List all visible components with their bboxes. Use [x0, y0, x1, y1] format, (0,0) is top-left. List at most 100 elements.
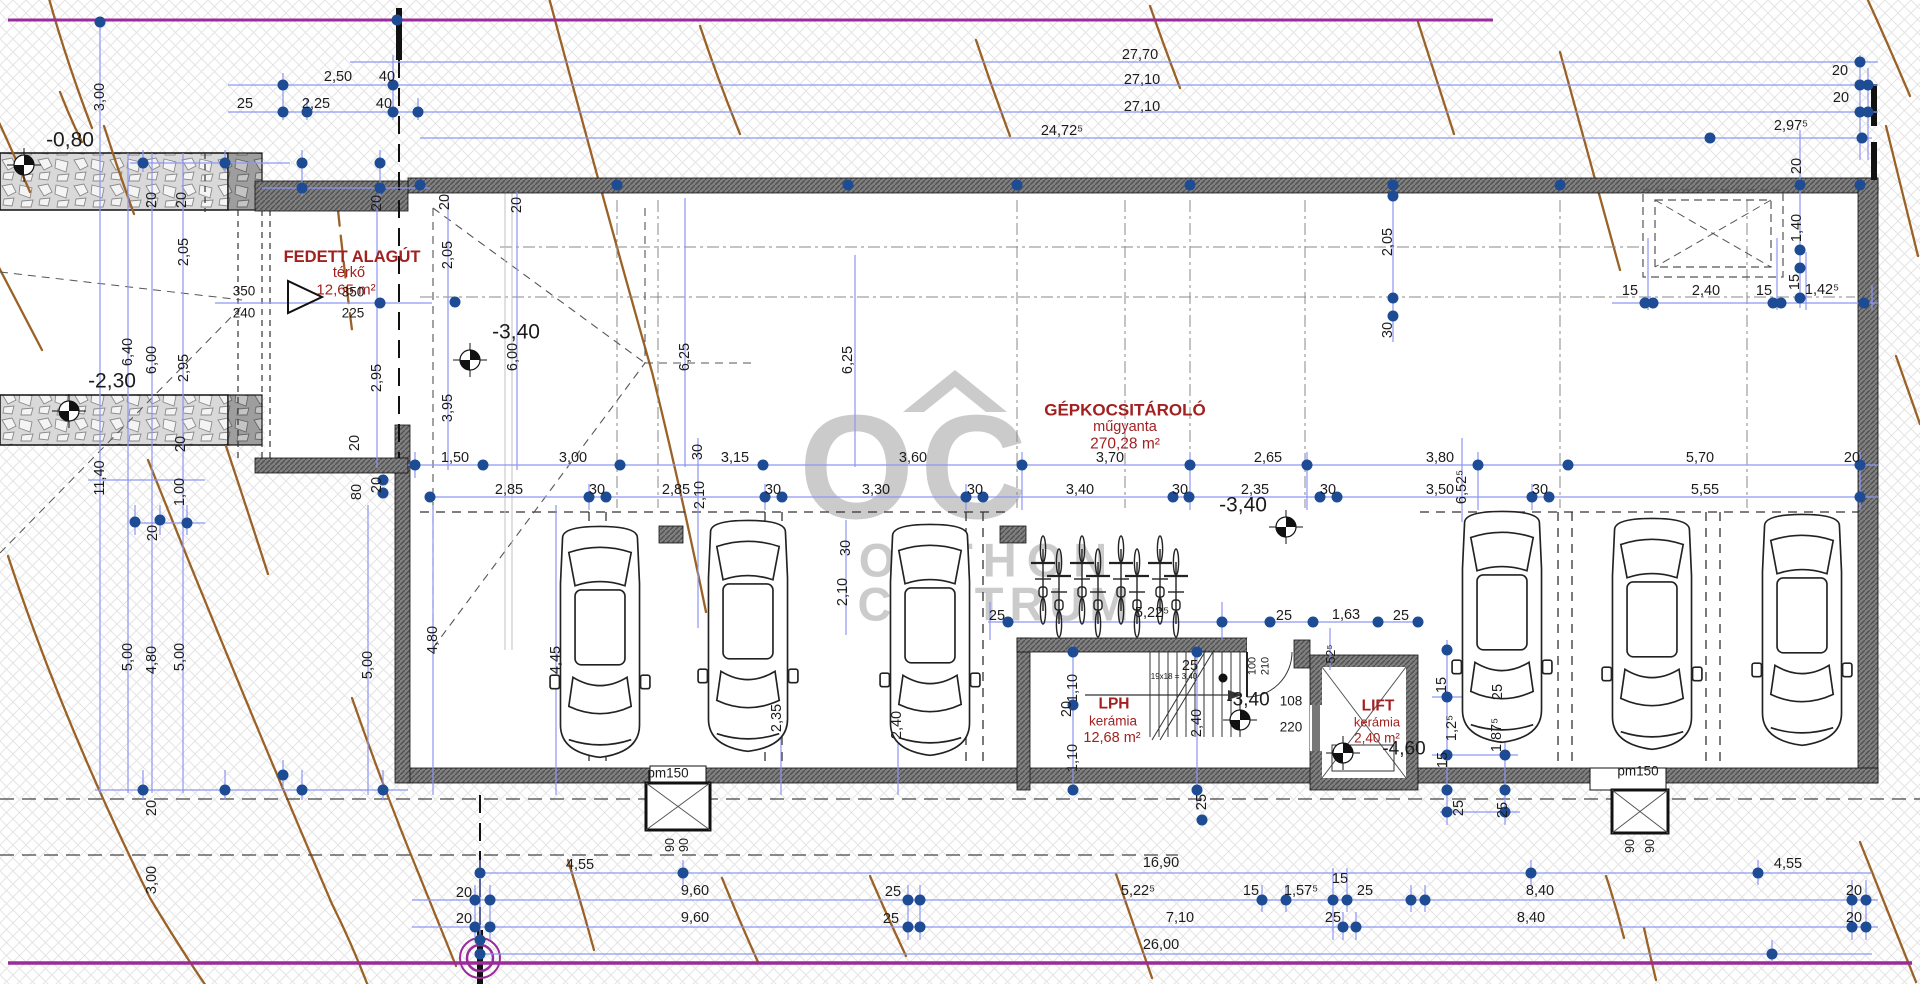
dimension-node: [425, 492, 436, 503]
dimension-node: [1332, 492, 1343, 503]
dimension-node: [615, 460, 626, 471]
dimension-node: [1308, 617, 1319, 628]
dimension-node: [903, 922, 914, 933]
dimension-node: [915, 895, 926, 906]
dimension-node: [1563, 460, 1574, 471]
dimension-node: [1648, 298, 1659, 309]
dimension-node: [1847, 895, 1858, 906]
wall-stub: [1294, 640, 1310, 668]
dimension-node: [413, 107, 424, 118]
dimension-node: [1527, 492, 1538, 503]
wall-left: [395, 425, 410, 783]
car-icon: [550, 526, 650, 757]
dimension-node: [1351, 922, 1362, 933]
dimension-node: [1068, 785, 1079, 796]
dimension-node: [220, 158, 231, 169]
survey-point-icon: [1223, 703, 1257, 737]
dimension-node: [1795, 263, 1806, 274]
dimension-node: [297, 183, 308, 194]
neighbor-wall-mark: [1871, 142, 1877, 180]
dimension-node: [1857, 133, 1868, 144]
dimension-node: [278, 107, 289, 118]
contour-line: [700, 26, 740, 134]
contour-line: [338, 210, 352, 330]
contour-line: [60, 92, 82, 142]
shaft-opening-right: [1590, 768, 1666, 790]
dimension-node: [1544, 492, 1555, 503]
dimension-node: [450, 297, 461, 308]
door-swing-arc: [1247, 652, 1292, 697]
dimension-node: [1388, 311, 1399, 322]
car-icon: [1452, 511, 1552, 742]
wall-stair-left: [1017, 638, 1030, 790]
dimension-node: [415, 180, 426, 191]
dimension-node: [1217, 617, 1228, 628]
dimension-node: [95, 17, 106, 28]
dimension-node: [1184, 492, 1195, 503]
dimension-node: [678, 868, 689, 879]
dimension-node: [1526, 868, 1537, 879]
dimension-node: [1855, 492, 1866, 503]
dimension-node: [584, 492, 595, 503]
contour-line: [1150, 6, 1180, 88]
dimension-node: [1442, 692, 1453, 703]
dimension-node: [1388, 180, 1399, 191]
contour-line: [1860, 842, 1916, 982]
dimension-node: [1861, 922, 1872, 933]
dimension-node: [1795, 245, 1806, 256]
dimension-node: [1315, 492, 1326, 503]
stair-door-opening: [1247, 638, 1292, 652]
dimension-node: [601, 492, 612, 503]
dimension-node: [470, 922, 481, 933]
dimension-node: [1863, 80, 1874, 91]
dimension-node: [777, 492, 788, 503]
car-icon: [1602, 518, 1702, 749]
dimension-node: [1500, 750, 1511, 761]
dimension-node: [478, 460, 489, 471]
dimension-node: [1257, 895, 1268, 906]
dimension-node: [378, 475, 389, 486]
dimension-node: [915, 922, 926, 933]
contour-line: [1418, 22, 1454, 134]
dimension-node: [130, 517, 141, 528]
dimension-node: [612, 180, 623, 191]
dimension-node: [297, 785, 308, 796]
dimension-node: [1855, 57, 1866, 68]
floor-plan-page: OCOTTHONCENTRUM: [0, 0, 1920, 984]
dimension-node: [475, 949, 486, 960]
car-icon: [880, 524, 980, 755]
dimension-node: [297, 158, 308, 169]
dimension-node: [1017, 460, 1028, 471]
dimension-node: [470, 895, 481, 906]
dimension-node: [1265, 617, 1276, 628]
contour-line: [8, 556, 206, 984]
dimension-node: [1342, 895, 1353, 906]
dimension-node: [155, 515, 166, 526]
contour-line: [0, 258, 42, 350]
contour-line: [104, 126, 134, 214]
dimension-node: [1753, 868, 1764, 879]
contour-line: [1606, 876, 1624, 938]
dimension-node: [1855, 460, 1866, 471]
dimension-node: [1500, 785, 1511, 796]
dimension-node: [375, 158, 386, 169]
dimension-node: [1855, 180, 1866, 191]
dimension-node: [1442, 785, 1453, 796]
dimension-node: [978, 492, 989, 503]
wall-tunnel-top: [255, 181, 408, 211]
dimension-node: [278, 80, 289, 91]
dimension-node: [375, 183, 386, 194]
dimension-node: [843, 180, 854, 191]
bicycle-icon: [1109, 536, 1133, 624]
dimension-node: [1281, 895, 1292, 906]
dimension-node: [1859, 298, 1870, 309]
dimension-node: [388, 80, 399, 91]
dimension-node: [378, 488, 389, 499]
dimension-node: [278, 770, 289, 781]
dimension-node: [1003, 617, 1014, 628]
contour-line: [1866, 0, 1910, 96]
dimension-node: [1555, 180, 1566, 191]
dimension-node: [1388, 191, 1399, 202]
dimension-node: [1442, 645, 1453, 656]
stair-point-marker: [1219, 674, 1228, 683]
